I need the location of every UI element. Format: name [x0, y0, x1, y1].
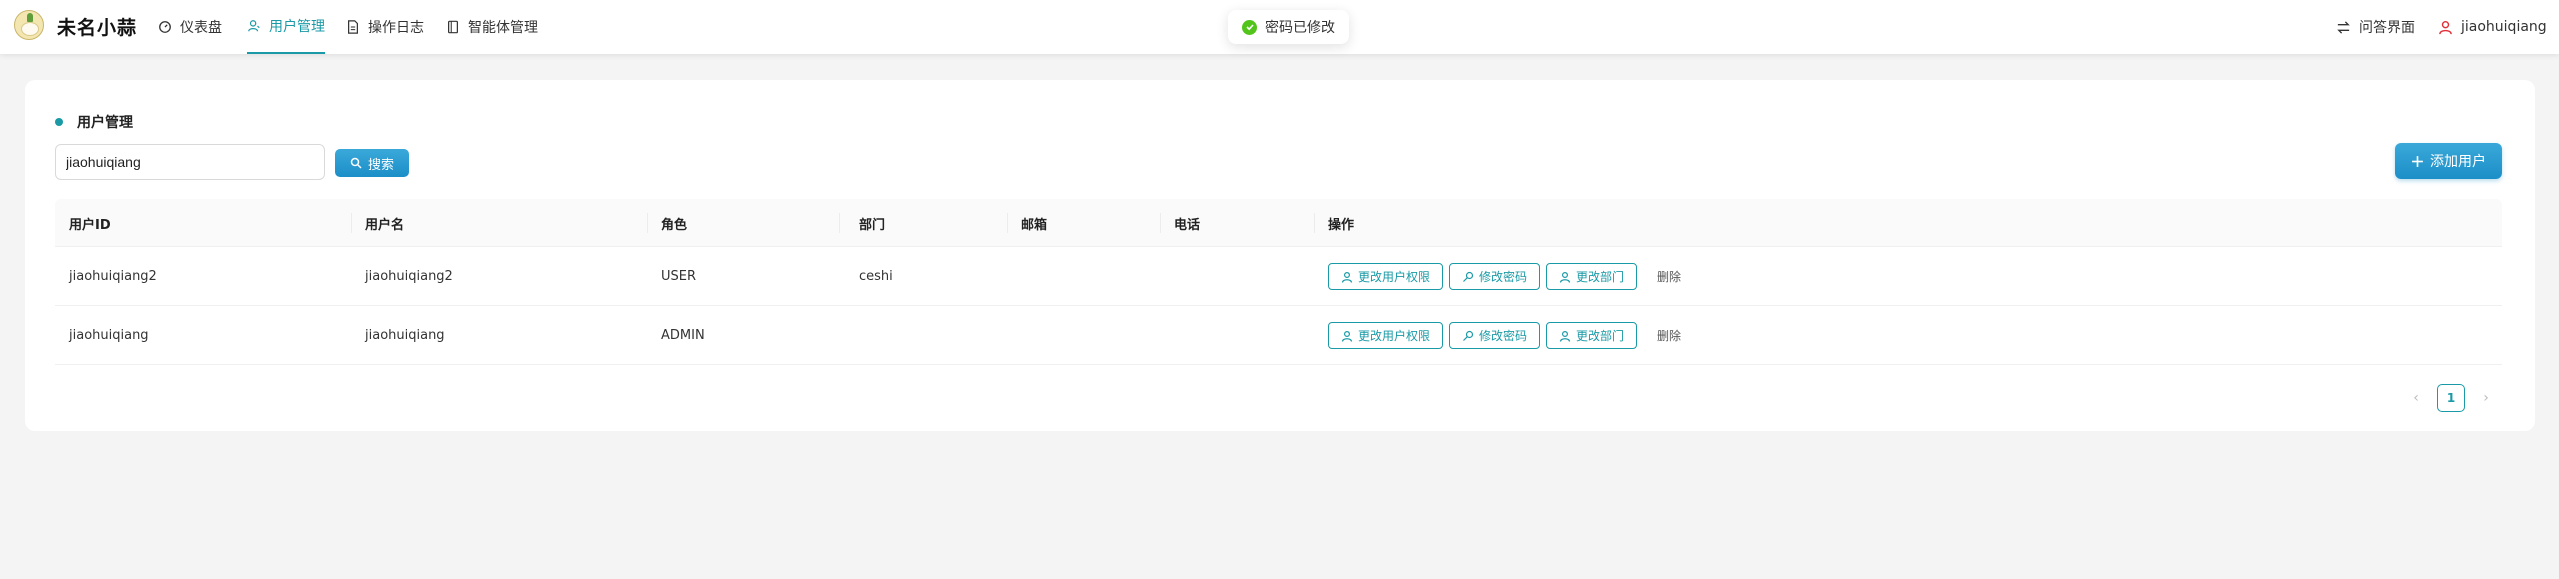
nav-dashboard-label: 仪表盘 — [180, 20, 222, 36]
section-title-label: 用户管理 — [77, 115, 133, 131]
nav-agent-manage-label: 智能体管理 — [468, 20, 538, 36]
change-password-button[interactable]: 修改密码 — [1449, 322, 1541, 349]
change-department-label: 更改部门 — [1576, 329, 1625, 343]
cell-role: USER — [661, 269, 697, 284]
cell-role: ADMIN — [661, 328, 705, 343]
user-icon — [1559, 271, 1571, 283]
next-page-icon[interactable]: › — [2475, 387, 2497, 409]
row-actions: 更改用户权限 修改密码 更改部门 删除 — [1328, 306, 1681, 365]
user-icon — [2439, 20, 2452, 34]
change-permission-button[interactable]: 更改用户权限 — [1328, 263, 1444, 290]
col-role: 角色 — [661, 217, 688, 233]
search-icon — [350, 157, 362, 169]
brand-name: 未名小蒜 — [57, 17, 138, 39]
page-1-button[interactable]: 1 — [2437, 384, 2465, 412]
success-toast: 密码已修改 — [1228, 10, 1349, 44]
prev-page-icon[interactable]: ‹ — [2405, 387, 2427, 409]
change-permission-button[interactable]: 更改用户权限 — [1328, 322, 1444, 349]
table-row: jiaohuiqiang jiaohuiqiang ADMIN 更改用户权限 修… — [55, 306, 2502, 365]
change-password-button[interactable]: 修改密码 — [1449, 263, 1541, 290]
add-user-label: 添加用户 — [2430, 153, 2486, 169]
top-header: 未名小蒜 仪表盘 用户管理 操作日志 智能体管理 密码已修改 问答界面 jiao… — [0, 0, 2559, 54]
cell-department: ceshi — [859, 269, 893, 284]
change-department-label: 更改部门 — [1576, 270, 1625, 284]
search-button[interactable]: 搜索 — [335, 149, 409, 177]
change-department-button[interactable]: 更改部门 — [1546, 263, 1638, 290]
delete-button[interactable]: 删除 — [1657, 268, 1681, 285]
col-phone: 电话 — [1174, 217, 1201, 233]
nav-user-manage[interactable]: 用户管理 — [247, 0, 325, 54]
change-password-label: 修改密码 — [1479, 270, 1528, 284]
toast-message: 密码已修改 — [1265, 20, 1335, 36]
nav-dashboard[interactable]: 仪表盘 — [158, 0, 222, 54]
nav-agent-manage[interactable]: 智能体管理 — [446, 0, 538, 54]
change-permission-label: 更改用户权限 — [1358, 270, 1431, 284]
pagination: ‹ 1 › — [2405, 384, 2497, 412]
col-user-id: 用户ID — [69, 217, 111, 233]
user-icon — [1341, 271, 1353, 283]
dashboard-icon — [159, 21, 171, 33]
section-title: 用户管理 — [55, 112, 133, 132]
title-dot-icon — [55, 118, 63, 126]
delete-button[interactable]: 删除 — [1657, 327, 1681, 344]
col-username: 用户名 — [365, 217, 405, 233]
user-menu[interactable]: jiaohuiqiang — [2438, 0, 2547, 54]
col-department: 部门 — [859, 217, 886, 233]
nav-user-manage-label: 用户管理 — [269, 19, 325, 35]
user-icon — [1559, 330, 1571, 342]
qa-interface-link[interactable]: 问答界面 — [2336, 0, 2415, 54]
username-label: jiaohuiqiang — [2461, 19, 2547, 35]
row-actions: 更改用户权限 修改密码 更改部门 删除 — [1328, 247, 1681, 306]
cell-user-id: jiaohuiqiang2 — [69, 269, 157, 284]
key-icon — [1463, 330, 1474, 341]
key-icon — [1463, 271, 1474, 282]
user-manage-icon — [248, 20, 260, 32]
change-department-button[interactable]: 更改部门 — [1546, 322, 1638, 349]
search-button-label: 搜索 — [367, 156, 394, 172]
agent-icon — [448, 20, 458, 34]
change-password-label: 修改密码 — [1479, 329, 1528, 343]
nav-operation-log-label: 操作日志 — [368, 20, 424, 36]
user-management-card: 用户管理 搜索 添加用户 用户ID 用户名 角色 部门 邮箱 电话 操作 jia… — [25, 80, 2535, 431]
app-logo — [14, 10, 44, 40]
user-table: 用户ID 用户名 角色 部门 邮箱 电话 操作 jiaohuiqiang2 ji… — [55, 199, 2502, 365]
add-user-button[interactable]: 添加用户 — [2395, 143, 2502, 179]
table-row: jiaohuiqiang2 jiaohuiqiang2 USER ceshi 更… — [55, 247, 2502, 306]
cell-user-id: jiaohuiqiang — [69, 328, 149, 343]
cell-username: jiaohuiqiang2 — [365, 269, 453, 284]
plus-icon — [2412, 155, 2423, 167]
col-actions: 操作 — [1328, 217, 1355, 233]
swap-icon — [2337, 20, 2350, 34]
check-circle-icon — [1242, 19, 1257, 35]
search-input[interactable] — [55, 144, 325, 180]
user-icon — [1341, 330, 1353, 342]
change-permission-label: 更改用户权限 — [1358, 329, 1431, 343]
qa-interface-label: 问答界面 — [2359, 20, 2415, 36]
table-header: 用户ID 用户名 角色 部门 邮箱 电话 操作 — [55, 199, 2502, 247]
col-email: 邮箱 — [1021, 217, 1048, 233]
cell-username: jiaohuiqiang — [365, 328, 445, 343]
nav-operation-log[interactable]: 操作日志 — [346, 0, 424, 54]
log-icon — [348, 20, 358, 34]
